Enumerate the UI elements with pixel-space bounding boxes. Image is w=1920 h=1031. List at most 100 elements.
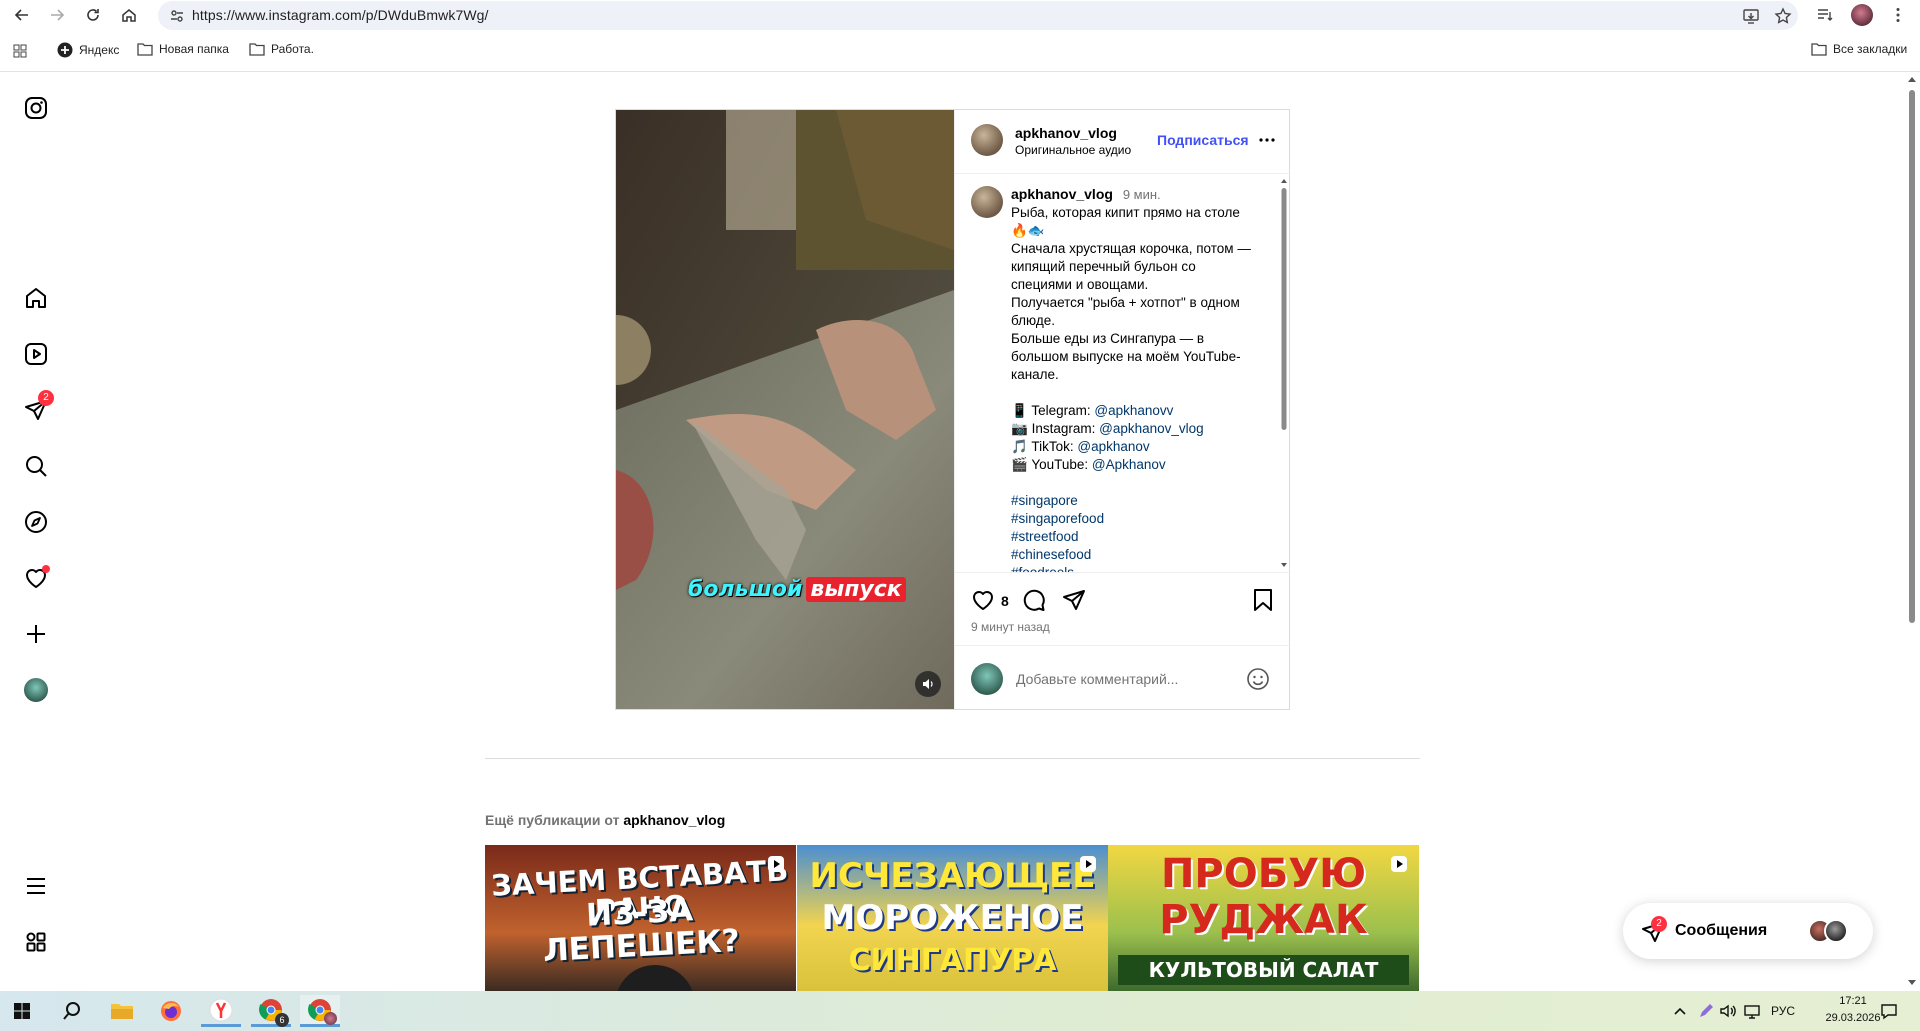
chevron-up-icon[interactable]	[1673, 1004, 1687, 1018]
social-name: Telegram:	[1031, 403, 1091, 418]
site-info-icon[interactable]	[169, 8, 185, 24]
install-app-icon[interactable]	[1742, 7, 1760, 25]
caption-line: специями и овощами.	[1011, 277, 1149, 292]
caption-scroll[interactable]: apkhanov_vlog 9 мин. Рыба, которая кипит…	[955, 174, 1291, 572]
social-line-youtube: 🎬 YouTube: @Apkhanov	[1011, 456, 1273, 474]
folder-icon	[137, 43, 153, 56]
profile-avatar[interactable]	[1851, 4, 1873, 26]
audio-label[interactable]: Оригинальное аудио	[1015, 143, 1131, 157]
notification-center-icon[interactable]	[1880, 1002, 1898, 1020]
apps-grid-icon[interactable]	[12, 43, 28, 59]
nav-profile[interactable]	[22, 676, 50, 704]
messages-pill[interactable]: 2 Сообщения	[1623, 903, 1873, 959]
social-link[interactable]: @apkhanov_vlog	[1099, 421, 1204, 436]
nav-explore[interactable]	[22, 508, 50, 536]
hashtag-link[interactable]: #singapore	[1011, 492, 1273, 510]
nav-search[interactable]	[22, 452, 50, 480]
reload-button[interactable]	[81, 3, 105, 27]
messages-badge: 2	[1651, 916, 1667, 932]
url-text[interactable]: https://www.instagram.com/p/DWduBmwk7Wg/	[192, 7, 489, 23]
social-link[interactable]: @apkhanovv	[1094, 403, 1173, 418]
instagram-logo[interactable]	[22, 94, 50, 122]
instagram-icon	[25, 97, 47, 119]
like-heart-icon[interactable]	[971, 588, 995, 612]
volume-icon[interactable]	[1719, 1002, 1737, 1020]
tab-search-icon[interactable]	[1816, 6, 1834, 24]
star-bookmark-icon[interactable]	[1774, 7, 1792, 25]
taskbar-explorer[interactable]	[102, 995, 142, 1027]
more-menu-icon[interactable]	[1889, 6, 1907, 24]
page-scrollbar[interactable]	[1904, 72, 1920, 991]
thumb-title: МОРОЖЕНОЕ	[821, 898, 1084, 938]
social-link[interactable]: @Apkhanov	[1092, 457, 1166, 472]
caption-avatar[interactable]	[971, 186, 1003, 218]
comment-icon[interactable]	[1022, 588, 1046, 612]
start-button[interactable]	[2, 995, 42, 1027]
social-name: TikTok:	[1031, 439, 1074, 454]
forward-button[interactable]	[45, 3, 69, 27]
post-video[interactable]: большой выпуск	[616, 110, 954, 709]
taskbar-chrome-active[interactable]	[300, 995, 340, 1027]
hashtag-link[interactable]: #chinesefood	[1011, 546, 1273, 564]
nav-notifications[interactable]	[22, 564, 50, 592]
nav-more[interactable]	[22, 872, 50, 900]
social-line-telegram: 📱 Telegram: @apkhanovv	[1011, 402, 1273, 420]
taskbar-search[interactable]	[52, 995, 92, 1027]
nav-home[interactable]	[22, 284, 50, 312]
more-posts-author[interactable]: apkhanov_vlog	[623, 812, 725, 828]
bookmark-new-folder[interactable]: Новая папка	[137, 42, 229, 56]
caption-line: Рыба, которая кипит прямо на столе	[1011, 205, 1240, 220]
emoji-icon[interactable]	[1246, 667, 1270, 691]
nav-create[interactable]	[22, 620, 50, 648]
social-link[interactable]: @apkhanov	[1077, 439, 1149, 454]
posted-time[interactable]: 9 минут назад	[971, 620, 1050, 634]
follow-button[interactable]: Подписаться	[1157, 132, 1249, 148]
more-post-thumb[interactable]: ПРОБУЮ РУДЖАК КУЛЬТОВЫЙ САЛАТ БАЛИ	[1108, 845, 1419, 991]
caption-line: кипящий перечный бульон со	[1011, 259, 1196, 274]
more-post-thumb[interactable]: ЗАЧЕМ ВСТАВАТЬ РАНО ИЗ-ЗА ЛЕПЕШЕК?	[485, 845, 796, 991]
more-post-thumb[interactable]: ИСЧЕЗАЮЩЕЕ МОРОЖЕНОЕ СИНГАПУРА	[797, 845, 1108, 991]
taskbar-chrome[interactable]: 6	[251, 995, 291, 1027]
clock-time[interactable]: 17:21	[1818, 995, 1888, 1007]
plus-icon	[27, 625, 45, 643]
caption-line: канале.	[1011, 367, 1059, 382]
more-options-icon[interactable]	[1258, 134, 1276, 146]
address-bar[interactable]: https://www.instagram.com/p/DWduBmwk7Wg/	[158, 1, 1798, 30]
reels-icon	[25, 343, 47, 365]
mute-toggle[interactable]	[915, 671, 941, 697]
caption-scrollbar[interactable]	[1280, 178, 1288, 568]
bookmark-yandex[interactable]: Яндекс	[57, 42, 119, 58]
hashtag-link[interactable]: #foodreels	[1011, 564, 1273, 572]
thumb-title: СИНГАПУРА	[848, 943, 1057, 978]
comment-input[interactable]: Добавьте комментарий...	[1016, 671, 1178, 687]
caption-username[interactable]: apkhanov_vlog	[1011, 186, 1113, 202]
clock-date[interactable]: 29.03.2026	[1818, 1012, 1888, 1024]
search-icon	[63, 1002, 80, 1020]
all-bookmarks[interactable]: Все закладки	[1811, 42, 1907, 56]
hashtag-link[interactable]: #singaporefood	[1011, 510, 1273, 528]
browser-toolbar: https://www.instagram.com/p/DWduBmwk7Wg/	[0, 0, 1920, 30]
share-icon[interactable]	[1062, 588, 1086, 612]
bookmark-label: Новая папка	[159, 42, 229, 56]
home-button[interactable]	[117, 3, 141, 27]
thumb-subtitle: КУЛЬТОВЫЙ САЛАТ БАЛИ	[1118, 955, 1409, 991]
taskbar-yandex-browser[interactable]	[201, 995, 241, 1027]
like-count[interactable]: 8	[1001, 593, 1009, 609]
nav-messages[interactable]: 2	[22, 390, 54, 424]
nav-reels[interactable]	[22, 340, 50, 368]
bookmark-work[interactable]: Работа.	[249, 42, 314, 56]
firefox-icon	[161, 1001, 181, 1021]
pen-icon[interactable]	[1697, 1002, 1715, 1020]
bookmark-save-icon[interactable]	[1252, 588, 1274, 612]
speaker-icon	[923, 679, 933, 689]
reload-icon	[87, 9, 99, 21]
author-avatar[interactable]	[971, 124, 1003, 156]
hashtag-link[interactable]: #streetfood	[1011, 528, 1273, 546]
author-username[interactable]: apkhanov_vlog	[1015, 125, 1117, 141]
caption-line: 🔥🐟	[1011, 223, 1045, 238]
nav-also-from-meta[interactable]	[22, 928, 50, 956]
taskbar-firefox[interactable]	[151, 995, 191, 1027]
network-icon[interactable]	[1743, 1002, 1761, 1020]
language-indicator[interactable]: РУС	[1771, 1004, 1795, 1018]
back-button[interactable]	[10, 3, 34, 27]
